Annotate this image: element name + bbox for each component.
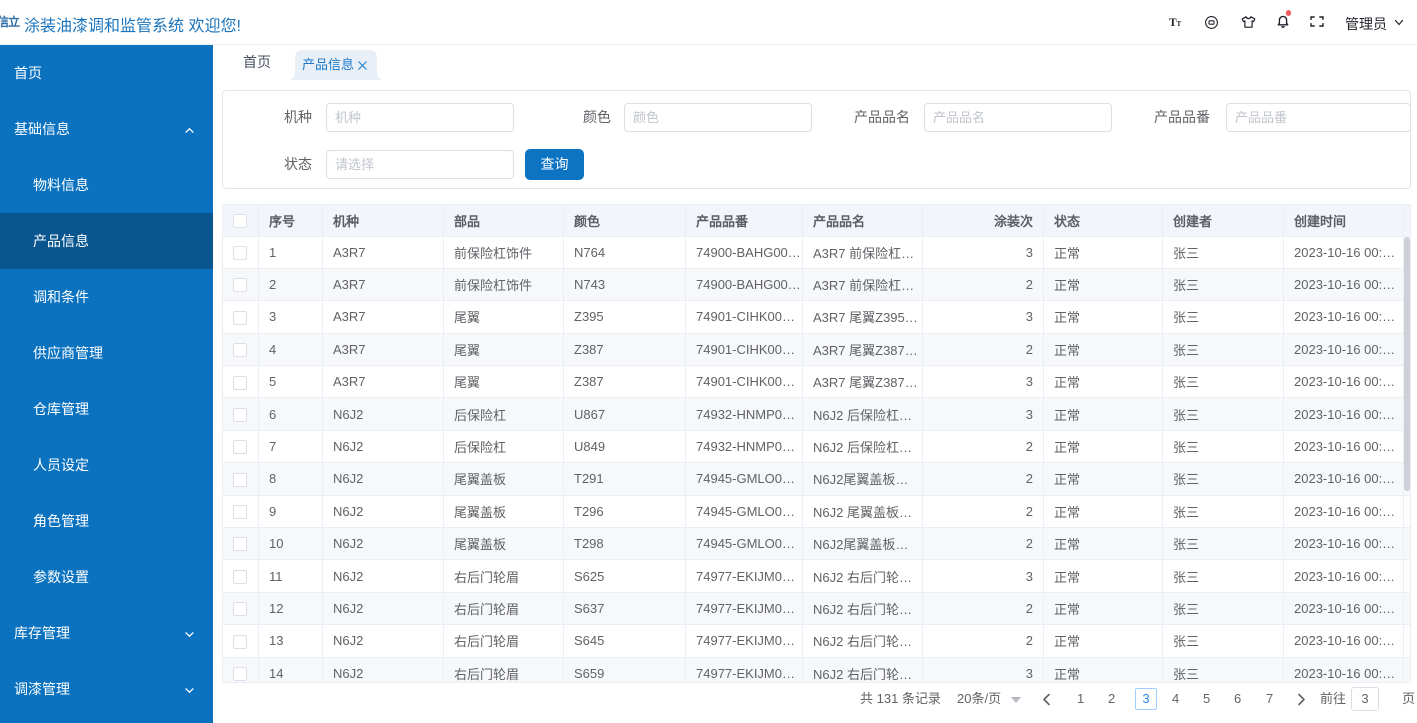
svg-text:T: T xyxy=(1177,20,1182,27)
